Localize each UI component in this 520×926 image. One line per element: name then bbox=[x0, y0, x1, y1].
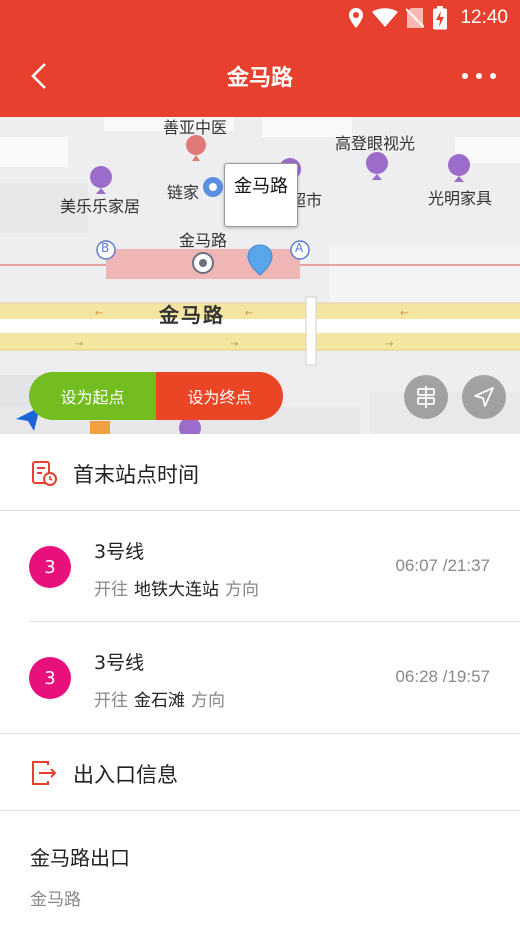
map-poi-furniture-left[interactable]: 美乐乐家居 bbox=[60, 193, 140, 217]
set-end-button[interactable]: 设为终点 bbox=[156, 372, 283, 420]
route-buttons: 设为起点 设为终点 bbox=[29, 372, 283, 420]
line-name: 3号线 bbox=[94, 652, 145, 674]
svg-text:←: ← bbox=[95, 308, 103, 319]
timetable-header: 首末站点时间 bbox=[0, 434, 520, 511]
signpost-icon bbox=[417, 386, 435, 408]
map-callout-label: 金马路 bbox=[234, 176, 288, 197]
line-times: 06:28 /19:57 bbox=[395, 667, 490, 686]
no-sim-icon bbox=[406, 8, 425, 28]
map-callout[interactable]: 金马路 bbox=[224, 163, 298, 227]
map-exit-a-label[interactable]: A bbox=[295, 241, 303, 255]
page-title: 金马路 bbox=[226, 66, 293, 91]
map-poi-optical[interactable]: 高登眼视光 bbox=[335, 130, 415, 154]
svg-text:←: ← bbox=[400, 308, 408, 319]
location-icon bbox=[349, 8, 364, 28]
locate-button[interactable] bbox=[462, 375, 506, 419]
map-poi-chain[interactable]: 链家 bbox=[167, 179, 199, 203]
schedule-icon bbox=[32, 461, 57, 486]
map-poi-station[interactable]: 金马路 bbox=[179, 227, 227, 251]
status-bar: 12:40 bbox=[0, 0, 520, 36]
svg-text:→: → bbox=[230, 339, 238, 350]
navigation-arrow-icon bbox=[474, 387, 494, 407]
line-badge: 3 bbox=[29, 657, 71, 699]
exits-title: 出入口信息 bbox=[73, 763, 178, 787]
line-badge: 3 bbox=[29, 546, 71, 588]
exit-icon bbox=[32, 761, 57, 785]
line-direction: 开往 地铁大连站 方向 bbox=[94, 580, 259, 600]
status-time: 12:40 bbox=[460, 7, 508, 28]
timetable-title: 首末站点时间 bbox=[73, 463, 199, 487]
line-name: 3号线 bbox=[94, 541, 145, 563]
map-road-label: 金马路 bbox=[159, 303, 225, 327]
line-direction: 开往 金石滩 方向 bbox=[94, 691, 225, 711]
exits-header: 出入口信息 bbox=[0, 734, 520, 811]
map-poi-chinese-medicine[interactable]: 善亚中医 bbox=[163, 117, 227, 138]
exit-name: 金马路出口 bbox=[30, 846, 130, 870]
wifi-icon bbox=[372, 8, 399, 27]
exit-sub: 金马路 bbox=[30, 890, 81, 910]
line-times: 06:07 /21:37 bbox=[395, 556, 490, 575]
set-start-button[interactable]: 设为起点 bbox=[29, 372, 156, 420]
list-item[interactable]: 3 3号线 开往 地铁大连站 方向 06:07 /21:37 bbox=[0, 511, 520, 622]
svg-text:←: ← bbox=[245, 308, 253, 319]
svg-text:→: → bbox=[75, 339, 83, 350]
more-options-icon[interactable] bbox=[462, 62, 496, 90]
app-bar: 金马路 bbox=[0, 36, 520, 117]
battery-charging-icon bbox=[433, 6, 448, 30]
list-item[interactable]: 3 3号线 开往 金石滩 方向 06:28 /19:57 bbox=[0, 622, 520, 733]
route-plan-button[interactable] bbox=[404, 375, 448, 419]
map-poi-furniture-right[interactable]: 光明家具 bbox=[428, 185, 492, 209]
map-exit-b-label[interactable]: B bbox=[101, 241, 109, 255]
svg-text:→: → bbox=[385, 339, 393, 350]
